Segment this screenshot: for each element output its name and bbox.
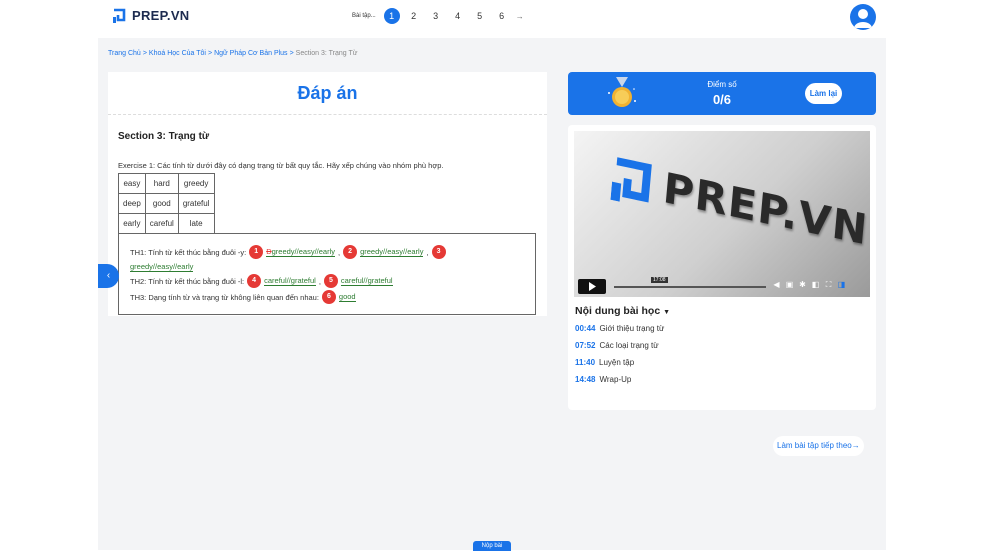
table-row: easy hard greedy bbox=[118, 173, 215, 194]
answer-number-badge: 4 bbox=[247, 274, 262, 288]
correct-answer-text: greedy//easy//early bbox=[271, 247, 335, 256]
chapter-item[interactable]: 14:48 Wrap-Up bbox=[575, 375, 631, 384]
section-title: Section 3: Trạng từ bbox=[118, 131, 210, 142]
answer-line-th1: TH1: Tính từ kết thúc bằng đuôi -y: 1 Đg… bbox=[130, 245, 446, 259]
answer-number-badge: 6 bbox=[321, 290, 336, 304]
video-logo: PREP.VN bbox=[610, 152, 870, 255]
table-cell: grateful bbox=[177, 193, 215, 214]
answer-number-badge: 1 bbox=[249, 245, 264, 259]
page-button-6[interactable]: 6 bbox=[494, 8, 510, 24]
logo[interactable]: PREP.VN bbox=[113, 8, 190, 23]
retry-button[interactable]: Làm lại bbox=[805, 83, 842, 104]
breadcrumb-my-courses[interactable]: Khoá Học Của Tôi bbox=[149, 50, 206, 57]
breadcrumb: Trang Chủ > Khoá Học Của Tôi > Ngữ Pháp … bbox=[108, 50, 357, 57]
comma: , bbox=[338, 247, 341, 257]
video-card: PREP.VN 17:08 ◀ ▣ ✱ ◧ ⛶ ◨ Nội dung bài h… bbox=[568, 125, 876, 410]
next-exercise-link[interactable]: Làm bài tập tiếp theo→ bbox=[773, 436, 864, 456]
breadcrumb-separator: > bbox=[142, 50, 147, 57]
table-cell: late bbox=[177, 213, 215, 234]
answer-4: careful//grateful bbox=[264, 276, 316, 286]
table-cell: hard bbox=[144, 173, 179, 194]
video-logo-text: PREP.VN bbox=[661, 163, 870, 255]
comma: , bbox=[318, 276, 321, 286]
logo-text: PREP.VN bbox=[132, 8, 190, 23]
user-avatar-icon bbox=[854, 9, 872, 28]
breadcrumb-separator: > bbox=[207, 50, 213, 57]
chapter-label: Giới thiệu trạng từ bbox=[599, 324, 665, 333]
answer-line-th1-cont: greedy//easy//early bbox=[130, 262, 194, 272]
time-tooltip: 17:08 bbox=[651, 277, 668, 283]
answer-1: Đgreedy//easy//early bbox=[266, 247, 335, 257]
th1-label: TH1: Tính từ kết thúc bằng đuôi -y: bbox=[130, 247, 247, 257]
table-cell: deep bbox=[118, 193, 146, 214]
lesson-title-text: Nội dung bài học bbox=[575, 305, 661, 317]
chapter-time: 11:40 bbox=[575, 358, 596, 367]
answer-6: good bbox=[338, 292, 356, 302]
chapter-label: Các loại trạng từ bbox=[599, 341, 659, 350]
table-cell: early bbox=[118, 213, 146, 234]
video-controls: 17:08 ◀ ▣ ✱ ◧ ⛶ ◨ bbox=[574, 277, 870, 297]
video-player[interactable]: PREP.VN 17:08 ◀ ▣ ✱ ◧ ⛶ ◨ bbox=[574, 131, 870, 297]
chapter-label: Luyện tập bbox=[599, 358, 635, 367]
exercise-pager: Bài tập... 1 2 3 4 5 6 → bbox=[352, 8, 524, 24]
chapter-time: 00:44 bbox=[575, 324, 596, 333]
settings-icon[interactable]: ✱ bbox=[798, 280, 807, 289]
pager-next-icon[interactable]: → bbox=[516, 12, 524, 21]
answer-2: greedy//easy//early bbox=[360, 247, 424, 257]
table-cell: greedy bbox=[177, 173, 215, 194]
progress-bar[interactable]: 17:08 bbox=[614, 277, 766, 288]
play-icon bbox=[589, 282, 596, 291]
word-table: easy hard greedy deep good grateful earl… bbox=[118, 173, 215, 234]
caret-down-icon: ▼ bbox=[663, 309, 671, 316]
table-row: early careful late bbox=[118, 213, 215, 234]
th2-label: TH2: Tính từ kết thúc bằng đuôi -l: bbox=[130, 276, 245, 286]
chapter-time: 07:52 bbox=[575, 341, 596, 350]
th3-label: TH3: Dạng tính từ và trạng từ không liên… bbox=[130, 292, 319, 302]
page-button-4[interactable]: 4 bbox=[450, 8, 466, 24]
answer-5: careful//grateful bbox=[340, 276, 393, 286]
chapter-label: Wrap-Up bbox=[599, 375, 632, 384]
answer-number-badge: 5 bbox=[323, 274, 338, 288]
chapter-item[interactable]: 07:52 Các loại trạng từ bbox=[575, 341, 659, 350]
answer-number-badge: 2 bbox=[343, 245, 358, 259]
breadcrumb-separator: > bbox=[289, 50, 294, 57]
play-button[interactable] bbox=[578, 279, 606, 294]
brand-icon[interactable]: ◨ bbox=[837, 280, 846, 289]
answer-title: Đáp án bbox=[108, 72, 547, 115]
breadcrumb-course[interactable]: Ngữ Pháp Cơ Bản Plus bbox=[214, 50, 287, 57]
page-button-2[interactable]: 2 bbox=[406, 8, 422, 24]
answer-line-th2: TH2: Tính từ kết thúc bằng đuôi -l: 4 ca… bbox=[130, 274, 393, 288]
avatar[interactable] bbox=[850, 4, 876, 30]
control-icons: ◀ ▣ ✱ ◧ ⛶ ◨ bbox=[772, 280, 846, 289]
prep-logo-icon bbox=[113, 8, 126, 23]
volume-icon[interactable]: ◀ bbox=[772, 280, 781, 289]
page-button-3[interactable]: 3 bbox=[428, 8, 444, 24]
table-row: deep good grateful bbox=[118, 193, 215, 214]
breadcrumb-current: Section 3: Trạng Từ bbox=[295, 50, 358, 57]
captions-icon[interactable]: ▣ bbox=[785, 280, 794, 289]
page-button-5[interactable]: 5 bbox=[472, 8, 488, 24]
table-cell: careful bbox=[144, 213, 179, 234]
exercise-instruction: Exercise 1: Các tính từ dưới đây có dạng… bbox=[118, 161, 444, 170]
fullscreen-icon[interactable]: ⛶ bbox=[824, 280, 833, 289]
answer-line-th3: TH3: Dạng tính từ và trạng từ không liên… bbox=[130, 290, 356, 304]
chapter-time: 14:48 bbox=[575, 375, 596, 384]
answer-3: greedy//easy//early bbox=[130, 262, 194, 272]
breadcrumb-home[interactable]: Trang Chủ bbox=[108, 50, 141, 57]
answer-number-badge: 3 bbox=[431, 245, 446, 259]
comma: , bbox=[426, 247, 429, 257]
page-button-1[interactable]: 1 bbox=[383, 8, 400, 24]
chapter-item[interactable]: 11:40 Luyện tập bbox=[575, 358, 634, 367]
chapter-item[interactable]: 00:44 Giới thiệu trạng từ bbox=[575, 324, 664, 333]
lesson-content-title[interactable]: Nội dung bài học ▼ bbox=[575, 305, 670, 317]
table-cell: good bbox=[144, 193, 179, 214]
prep-logo-icon bbox=[610, 156, 652, 203]
answer-panel: Đáp án Section 3: Trạng từ Exercise 1: C… bbox=[108, 72, 547, 316]
answer-box: TH1: Tính từ kết thúc bằng đuôi -y: 1 Đg… bbox=[118, 233, 536, 315]
pip-icon[interactable]: ◧ bbox=[811, 280, 820, 289]
pager-label: Bài tập... bbox=[352, 13, 376, 19]
chevron-left-icon: ‹ bbox=[106, 270, 111, 281]
table-cell: easy bbox=[118, 173, 146, 194]
score-card: Điểm số 0/6 Làm lại bbox=[568, 72, 876, 115]
